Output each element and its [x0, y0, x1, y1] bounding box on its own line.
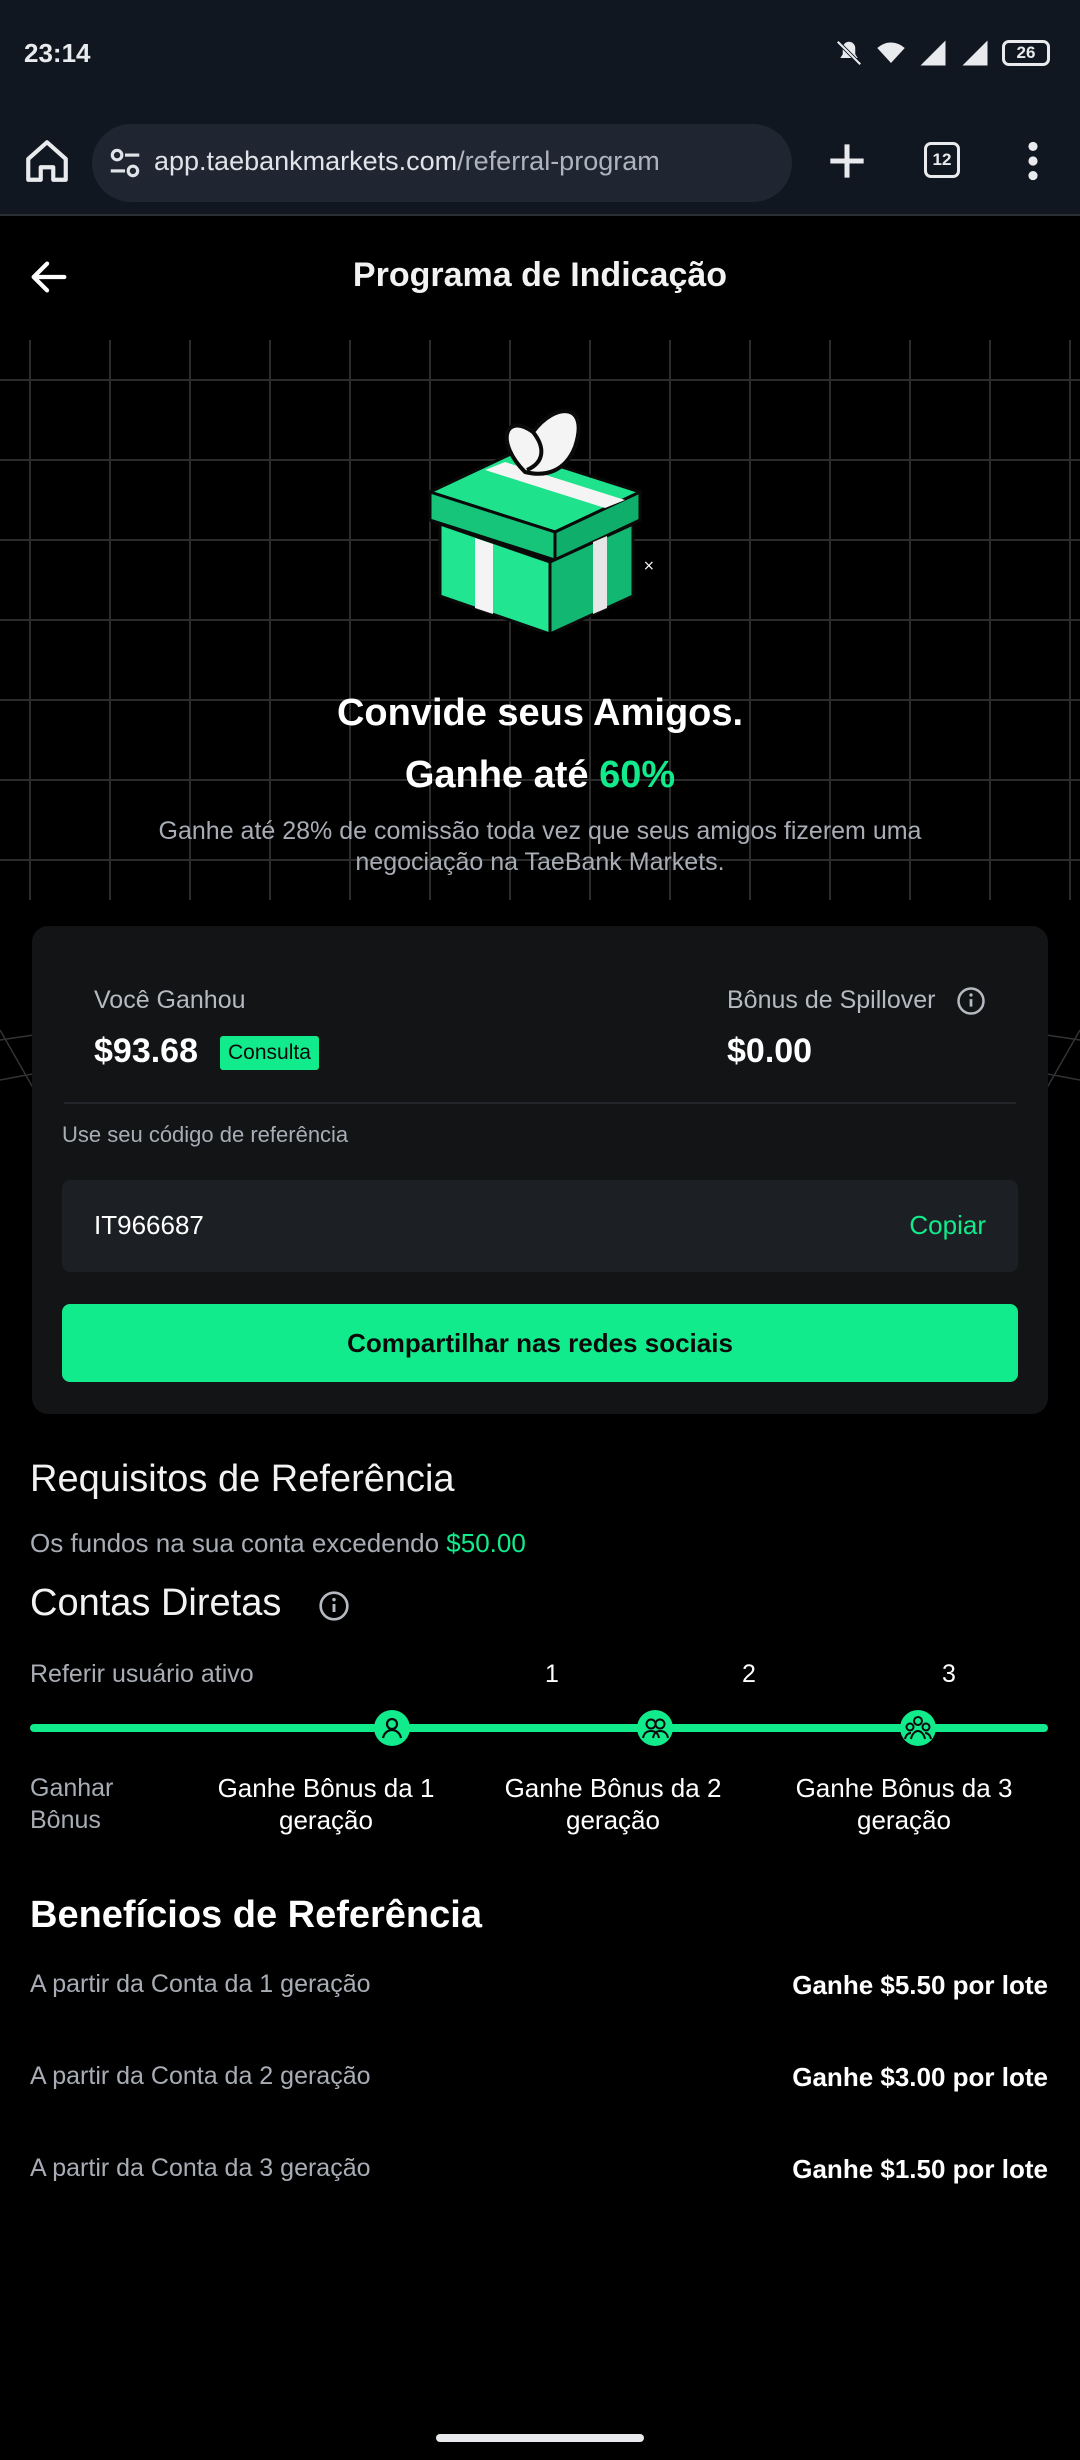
generation-2-label: Ganhe Bônus da 2 geração — [504, 1773, 722, 1835]
hero-subtitle: Ganhe até 60% — [0, 754, 1080, 797]
copy-button[interactable]: Copiar — [909, 1210, 986, 1241]
gift-box-illustration: × — [425, 409, 655, 632]
requirements-text-prefix: Os fundos na sua conta excedendo — [30, 1528, 447, 1558]
benefit-label: A partir da Conta da 1 geração — [30, 1970, 371, 1998]
refer-active-user-label: Referir usuário ativo — [30, 1660, 254, 1688]
signal-icon-2 — [962, 40, 988, 66]
benefit-label: A partir da Conta da 2 geração — [30, 2062, 371, 2090]
address-bar[interactable]: app.taebankmarkets.com/referral-program — [92, 124, 792, 202]
tick-label-2: 2 — [742, 1660, 756, 1688]
requirements-title: Requisitos de Referência — [30, 1458, 455, 1500]
tab-switcher-button[interactable]: 12 — [924, 142, 960, 178]
referral-code-label: Use seu código de referência — [62, 1122, 349, 1147]
info-icon[interactable] — [318, 1590, 350, 1622]
generation-1-label: Ganhe Bônus da 1 geração — [217, 1773, 435, 1835]
earnings-card: Você Ganhou $93.68 Consulta Bônus de Spi… — [32, 926, 1048, 1414]
spillover-label: Bônus de Spillover — [727, 986, 936, 1014]
benefit-value: Ganhe $1.50 por lote — [792, 2154, 1048, 2184]
spillover-value: $0.00 — [727, 1032, 813, 1070]
home-icon[interactable] — [22, 136, 72, 186]
status-icons: 26 — [834, 38, 1050, 68]
users-icon — [637, 1710, 673, 1746]
gain-bonus-label: Ganhar Bônus — [30, 1774, 114, 1834]
tick-label-1: 1 — [545, 1660, 559, 1688]
hero-description: Ganhe até 28% de comissão toda vez que s… — [158, 817, 922, 876]
url-path: /referral-program — [457, 146, 660, 176]
requirements-amount: $50.00 — [446, 1528, 526, 1558]
svg-text:×: × — [643, 558, 655, 574]
new-tab-icon[interactable] — [822, 136, 872, 186]
benefit-value: Ganhe $5.50 por lote — [792, 1970, 1048, 2000]
group-icon — [900, 1710, 936, 1746]
card-divider — [64, 1102, 1016, 1104]
browser-toolbar: app.taebankmarkets.com/referral-program … — [0, 110, 1080, 216]
earned-value: $93.68 — [94, 1032, 198, 1070]
status-bar: 23:14 26 — [0, 0, 1080, 110]
generation-3-label: Ganhe Bônus da 3 geração — [795, 1773, 1013, 1835]
more-menu-icon[interactable] — [1018, 136, 1048, 186]
benefits-title: Benefícios de Referência — [30, 1894, 482, 1936]
referral-code-field[interactable]: IT966687 Copiar — [62, 1180, 1018, 1272]
direct-accounts-title: Contas Diretas — [30, 1582, 282, 1624]
hero-title: Convide seus Amigos. — [336, 692, 744, 734]
url-host: app.taebankmarkets.com — [154, 146, 458, 176]
benefit-label: A partir da Conta da 3 geração — [30, 2154, 371, 2182]
url-text[interactable]: app.taebankmarkets.com/referral-program — [154, 146, 660, 177]
page-title: Programa de Indicação — [352, 256, 728, 294]
benefit-value: Ganhe $3.00 por lote — [792, 2062, 1048, 2092]
hero-subtitle-prefix: Ganhe até — [404, 754, 600, 796]
mute-icon — [836, 40, 862, 66]
site-settings-icon[interactable] — [106, 144, 144, 182]
benefit-row: A partir da Conta da 1 geração Ganhe $5.… — [30, 1970, 1048, 2010]
info-icon[interactable] — [956, 986, 986, 1016]
hero-subtitle-accent: 60% — [599, 754, 676, 796]
referral-code-value: IT966687 — [94, 1210, 204, 1240]
user-icon — [374, 1710, 410, 1746]
consult-badge[interactable]: Consulta — [220, 1036, 319, 1070]
wifi-icon — [877, 42, 905, 63]
battery-icon: 26 — [1002, 40, 1050, 66]
benefit-row: A partir da Conta da 2 geração Ganhe $3.… — [30, 2062, 1048, 2102]
app-header: Programa de Indicação — [0, 216, 1080, 340]
share-social-button[interactable]: Compartilhar nas redes sociais — [62, 1304, 1018, 1382]
tick-label-3: 3 — [942, 1660, 956, 1688]
earned-label: Você Ganhou — [94, 986, 246, 1014]
benefit-row: A partir da Conta da 3 geração Ganhe $1.… — [30, 2154, 1048, 2194]
status-time: 23:14 — [24, 38, 91, 68]
signal-icon — [920, 40, 946, 66]
progress-track — [30, 1724, 1048, 1732]
home-indicator[interactable] — [436, 2434, 644, 2442]
requirements-text: Os fundos na sua conta excedendo $50.00 — [30, 1528, 526, 1559]
